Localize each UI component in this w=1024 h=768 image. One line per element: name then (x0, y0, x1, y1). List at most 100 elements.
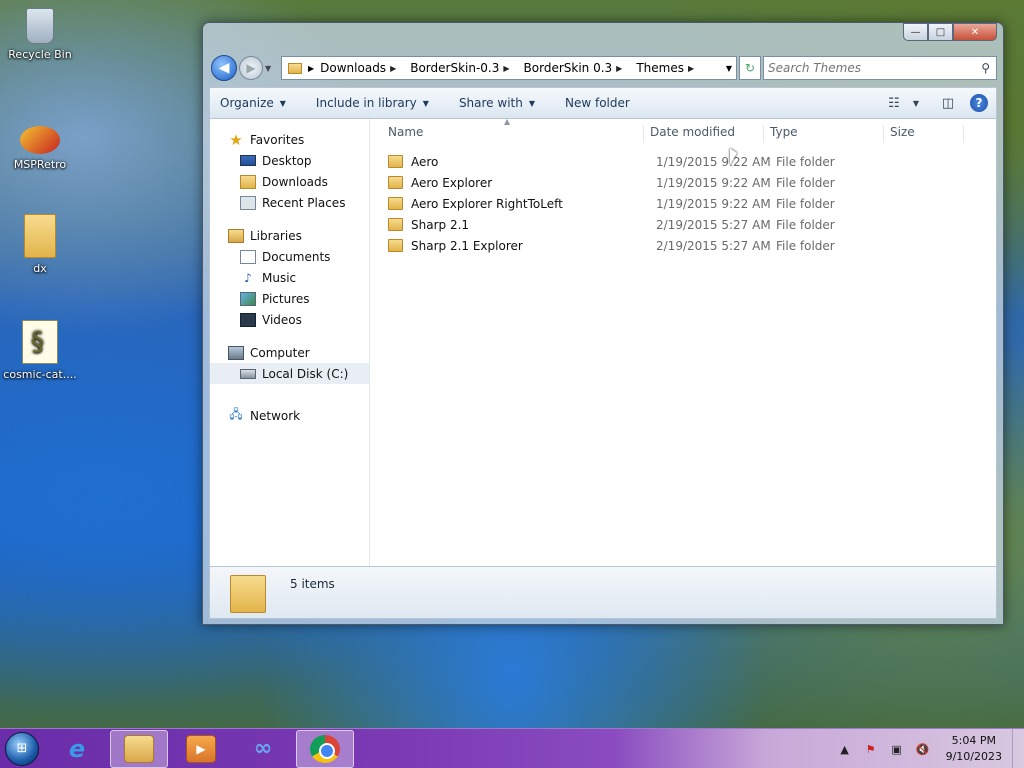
address-bar[interactable]: ▶ Downloads ▶ BorderSkin-0.3 ▶ BorderSki… (281, 56, 737, 80)
nav-label: Favorites (250, 132, 305, 147)
file-type: File folder (776, 217, 835, 232)
view-options-icon[interactable]: ☷ (884, 93, 904, 113)
command-bar: Organize ▼ Include in library ▼ Share with… (209, 87, 997, 119)
chevron-right-icon[interactable]: ▶ (616, 64, 622, 73)
show-hidden-icons-icon[interactable]: ▲ (836, 743, 854, 756)
folder-icon (388, 197, 403, 210)
nav-videos[interactable]: Videos (210, 309, 369, 330)
desktop-icon-dx[interactable]: dx (2, 214, 78, 275)
libraries-icon (228, 228, 244, 243)
refresh-icon: ↻ (744, 61, 756, 75)
taskbar-internet-explorer[interactable]: e (48, 730, 106, 768)
preview-pane-icon[interactable]: ◫ (938, 93, 958, 113)
nav-label: Recent Places (262, 195, 346, 210)
file-row[interactable]: Aero 1/19/2015 9:22 AM File folder (388, 151, 996, 172)
start-button[interactable]: ⊞ (0, 730, 44, 768)
file-list: ▲ Name Date modified Type Size Aero 1/19… (372, 117, 996, 566)
taskbar-infinity-app[interactable]: ∞ (234, 730, 292, 768)
include-in-library-button[interactable]: Include in library ▼ (316, 96, 429, 110)
breadcrumb-borderskin-space[interactable]: BorderSkin 0.3 ▶ (524, 61, 629, 75)
file-name: Sharp 2.1 (411, 217, 470, 232)
nav-pictures[interactable]: Pictures (210, 288, 369, 309)
nav-music[interactable]: ♪ Music (210, 267, 369, 288)
chevron-right-icon[interactable]: ▶ (688, 64, 694, 73)
back-arrow-icon: ◀ (218, 60, 230, 76)
music-note-icon: ♪ (244, 270, 252, 285)
column-header-size[interactable]: Size (884, 125, 964, 143)
nav-local-disk[interactable]: Local Disk (C:) (210, 363, 369, 384)
details-pane: 5 items (209, 567, 997, 619)
explorer-window: — □ ✕ ◀ ▶ ▼ ▶ Downloads ▶ BorderSkin-0.3… (202, 22, 1004, 625)
nav-label: Network (250, 408, 301, 423)
show-desktop-button[interactable] (1012, 729, 1024, 768)
nav-desktop[interactable]: Desktop (210, 150, 369, 171)
taskbar-chrome[interactable] (296, 729, 354, 768)
file-row[interactable]: Sharp 2.1 Explorer 2/19/2015 5:27 AM Fil… (388, 235, 996, 256)
file-row[interactable]: Aero Explorer 1/19/2015 9:22 AM File fol… (388, 172, 996, 193)
breadcrumb-borderskin-dash[interactable]: BorderSkin-0.3 ▶ (410, 61, 515, 75)
pictures-icon (240, 291, 256, 306)
column-header-type[interactable]: Type (764, 125, 884, 143)
documents-icon (240, 249, 256, 264)
nav-documents[interactable]: Documents (210, 246, 369, 267)
nav-computer[interactable]: Computer (210, 342, 369, 363)
recent-places-icon (240, 195, 256, 210)
view-dropdown-icon[interactable]: ▼ (906, 93, 926, 113)
navigation-pane: ★ Favorites Desktop Downloads Recent Pla… (210, 119, 370, 566)
nav-network[interactable]: 🖧 Network (210, 405, 369, 426)
file-row[interactable]: Aero Explorer RightToLeft 1/19/2015 9:22… (388, 193, 996, 214)
column-header-name[interactable]: Name (382, 125, 644, 143)
nav-downloads[interactable]: Downloads (210, 171, 369, 192)
taskbar-file-explorer[interactable] (110, 729, 168, 768)
desktop-icon (240, 155, 256, 166)
taskbar: ⊞ e ▶ ∞ ▲ ⚑ ▣ 🔇 5:04 PM 9/10/2023 (0, 728, 1024, 768)
nav-label: Local Disk (C:) (262, 366, 349, 381)
recent-pages-dropdown[interactable]: ▼ (265, 64, 277, 73)
organize-button[interactable]: Organize ▼ (220, 96, 286, 110)
desktop-icon-label: cosmic-cat.... (3, 368, 77, 381)
share-with-button[interactable]: Share with ▼ (459, 96, 535, 110)
file-date: 1/19/2015 9:22 AM (656, 154, 771, 169)
address-history-dropdown[interactable]: ▼ (726, 64, 732, 73)
clock-time: 5:04 PM (951, 734, 996, 747)
breadcrumb-downloads[interactable]: Downloads ▶ (320, 61, 402, 75)
close-button[interactable]: ✕ (953, 23, 997, 41)
desktop-icon-msp-retro[interactable]: MSPRetro (2, 118, 78, 171)
minimize-button[interactable]: — (903, 23, 928, 41)
taskbar-media-player[interactable]: ▶ (172, 730, 230, 768)
chevron-right-icon[interactable]: ▶ (308, 64, 314, 73)
search-input[interactable] (768, 61, 968, 75)
search-icon[interactable]: ⚲ (981, 61, 990, 75)
file-date: 2/19/2015 5:27 AM (656, 238, 771, 253)
desktop-icon-recycle-bin[interactable]: Recycle Bin (2, 8, 78, 61)
file-row[interactable]: Sharp 2.1 2/19/2015 5:27 AM File folder (388, 214, 996, 235)
chevron-right-icon[interactable]: ▶ (503, 64, 509, 73)
volume-muted-icon[interactable]: 🔇 (914, 743, 932, 756)
toolbar-right-group: ☷ ▼ ◫ ? (872, 93, 988, 113)
search-box[interactable]: ⚲ (763, 56, 997, 80)
nav-label: Documents (262, 249, 331, 264)
forward-button[interactable]: ▶ (239, 56, 263, 80)
breadcrumb-themes[interactable]: Themes ▶ (636, 61, 700, 75)
nav-favorites[interactable]: ★ Favorites (210, 129, 369, 150)
internet-explorer-icon: e (68, 734, 86, 763)
nav-recent-places[interactable]: Recent Places (210, 192, 369, 213)
new-folder-label: New folder (565, 96, 630, 110)
network-status-icon[interactable]: ▣ (888, 743, 906, 756)
file-date: 2/19/2015 5:27 AM (656, 217, 771, 232)
desktop-icon-cosmic-cat[interactable]: cosmic-cat.... (2, 320, 78, 381)
clock[interactable]: 5:04 PM 9/10/2023 (946, 733, 1002, 765)
column-header-date-modified[interactable]: Date modified (644, 125, 764, 143)
organize-label: Organize (220, 96, 274, 110)
back-button[interactable]: ◀ (211, 55, 237, 81)
refresh-button[interactable]: ↻ (739, 56, 761, 80)
navigation-bar: ◀ ▶ ▼ ▶ Downloads ▶ BorderSkin-0.3 ▶ Bor… (211, 53, 997, 83)
maximize-button[interactable]: □ (928, 23, 953, 41)
new-folder-button[interactable]: New folder (565, 96, 630, 110)
desktop-icon-label: dx (33, 262, 47, 275)
action-center-flag-icon[interactable]: ⚑ (862, 743, 880, 756)
help-icon[interactable]: ? (970, 94, 988, 112)
file-name: Aero Explorer (411, 175, 493, 190)
nav-libraries[interactable]: Libraries (210, 225, 369, 246)
chevron-right-icon[interactable]: ▶ (390, 64, 396, 73)
